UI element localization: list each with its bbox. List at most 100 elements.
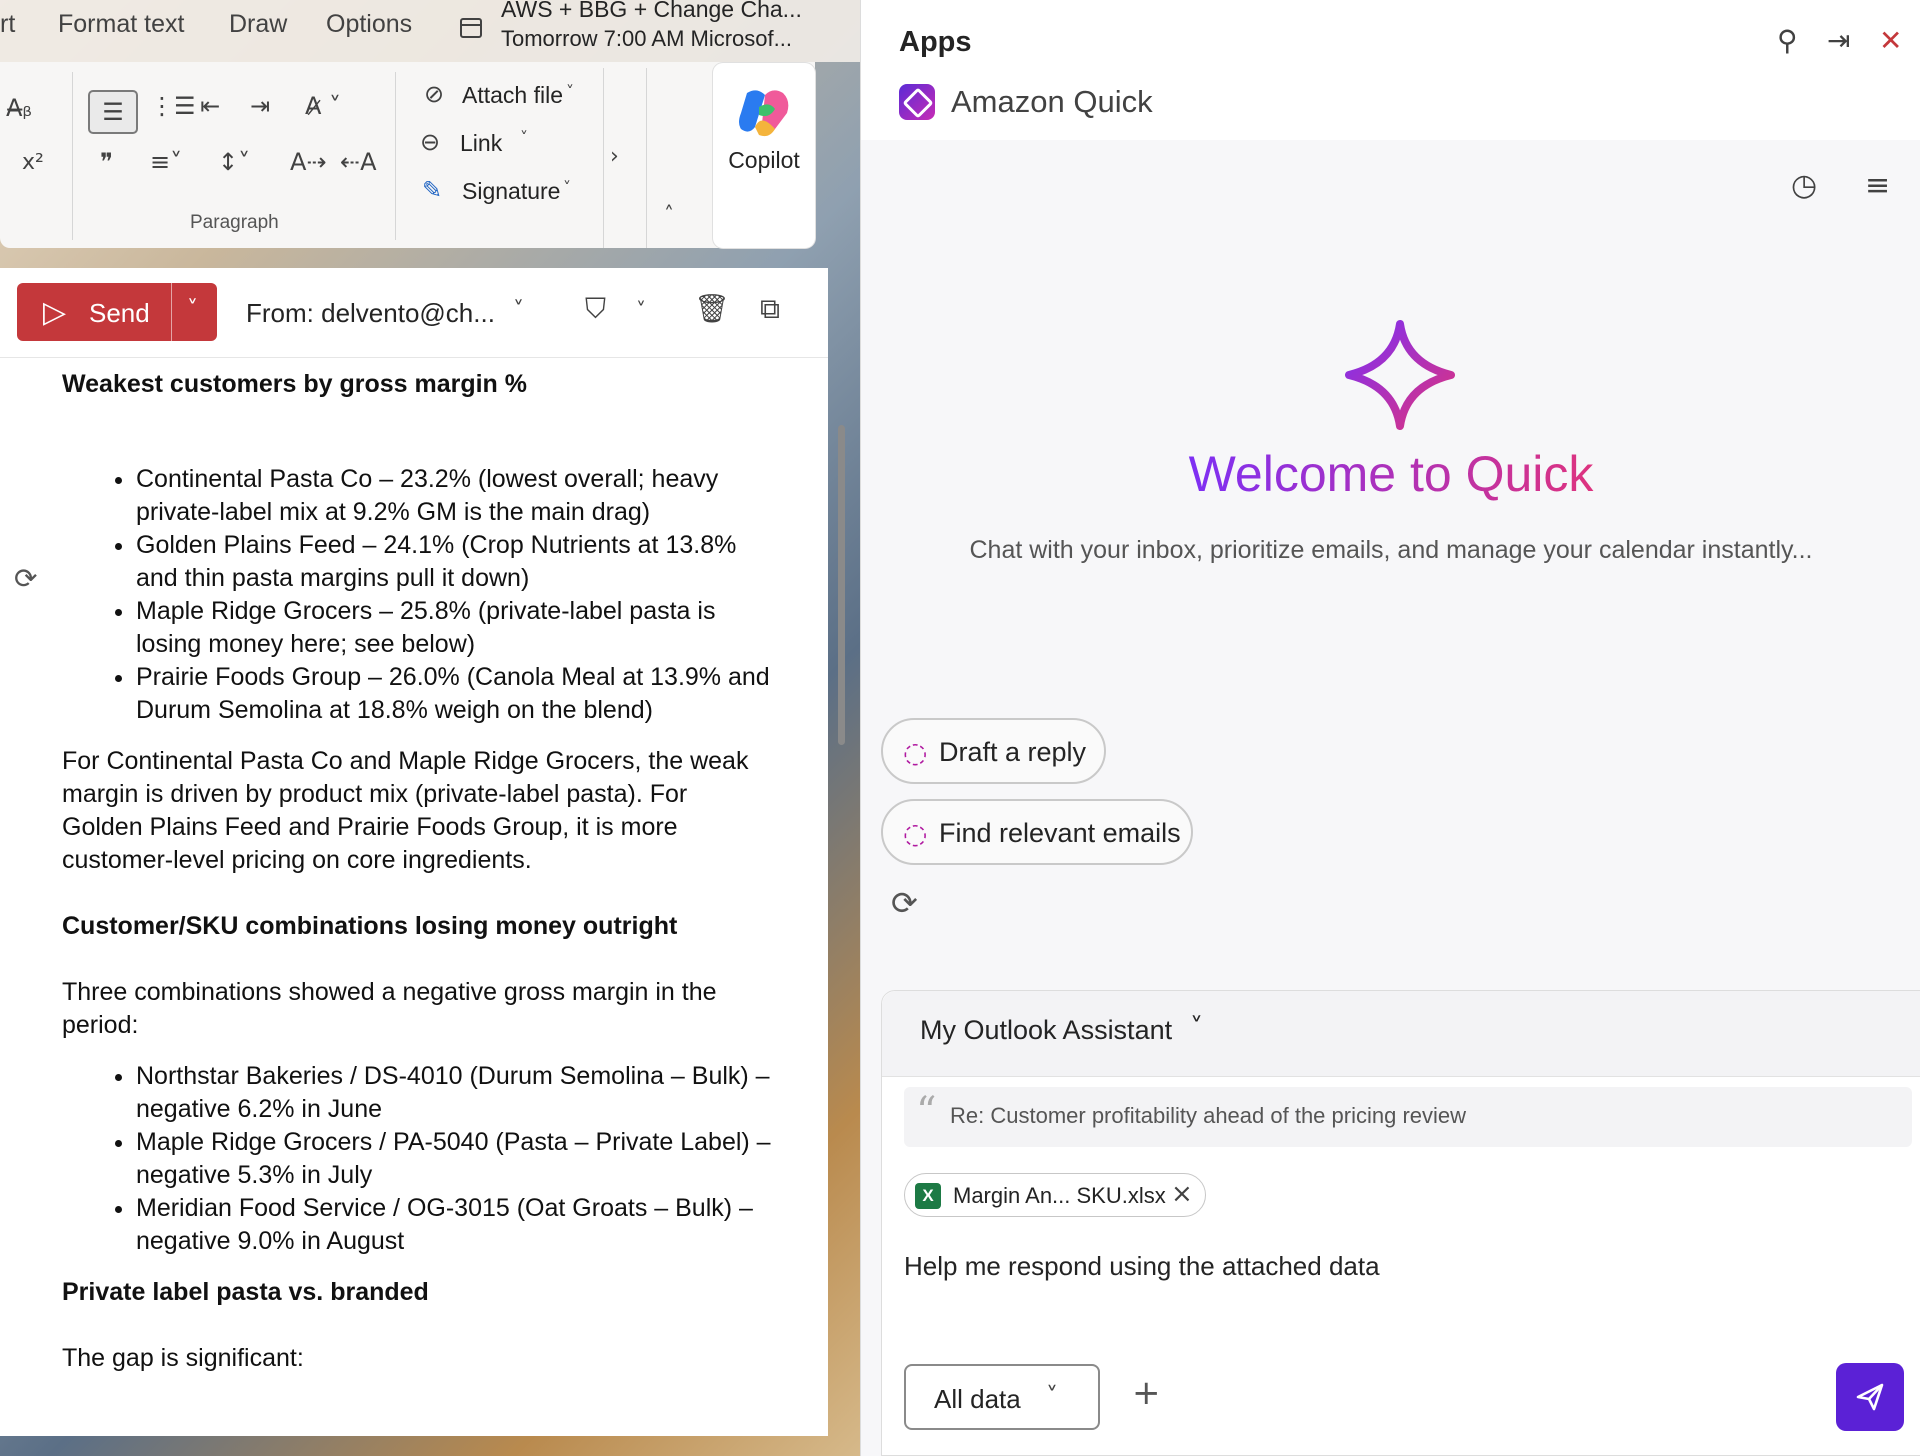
attach-file-button[interactable]: Attach file bbox=[462, 82, 563, 109]
chat-sparkle-icon: ◌ bbox=[903, 817, 928, 850]
plus-icon[interactable]: + bbox=[1132, 1373, 1161, 1413]
tab-options[interactable]: Options bbox=[326, 10, 412, 39]
close-icon[interactable]: ✕ bbox=[1879, 24, 1902, 57]
suggestion-label: Draft a reply bbox=[939, 737, 1087, 767]
quick-logo bbox=[899, 84, 935, 120]
align-icon[interactable]: ≡˅ bbox=[150, 148, 182, 176]
signature-icon: ✎ bbox=[422, 176, 443, 204]
attachment-chip[interactable]: X Margin An... SKU.xlsx × bbox=[904, 1173, 1206, 1217]
list-item: Prairie Foods Group – 26.0% (Canola Meal… bbox=[136, 661, 772, 727]
pane-title: Apps bbox=[899, 26, 972, 58]
chevron-down-icon[interactable]: ˅ bbox=[566, 82, 574, 101]
chevron-down-icon[interactable]: ˅ bbox=[520, 128, 528, 147]
styles-icon[interactable]: A̷ ˅ bbox=[305, 92, 341, 120]
divider bbox=[646, 68, 647, 248]
tab-draw[interactable]: Draw bbox=[229, 10, 287, 39]
divider bbox=[603, 68, 604, 248]
send-message-button[interactable] bbox=[1836, 1363, 1904, 1431]
ltr-icon[interactable]: A⇢ bbox=[290, 148, 327, 176]
chat-sparkle-icon: ◌ bbox=[903, 736, 928, 769]
welcome-subtitle: Chat with your inbox, prioritize emails,… bbox=[969, 536, 1813, 564]
meeting-time: Tomorrow 7:00 AM Microsof... bbox=[501, 26, 792, 51]
suggestion-label: Find relevant emails bbox=[939, 818, 1181, 848]
quote-mark-icon: “ bbox=[916, 1089, 937, 1135]
list-item: Northstar Bakeries / DS-4010 (Durum Semo… bbox=[136, 1060, 772, 1126]
list-item: Maple Ridge Grocers / PA-5040 (Pasta – P… bbox=[136, 1126, 772, 1192]
paragraph: The gap is significant: bbox=[62, 1344, 304, 1372]
rtl-icon[interactable]: ⇠A bbox=[340, 148, 377, 176]
outdent-icon[interactable]: ⇤ bbox=[200, 92, 220, 120]
copilot-logo bbox=[739, 90, 789, 137]
paragraph: Three combinations showed a negative gro… bbox=[62, 978, 717, 1039]
copilot-label: Copilot bbox=[728, 147, 800, 173]
superscript-icon[interactable]: x² bbox=[22, 150, 44, 175]
copilot-button[interactable]: Copilot bbox=[713, 63, 815, 248]
ribbon: A̶ᵦ x² ☰ ⋮☰ ⇤ ⇥ A̷ ˅ ❞ ≡˅ ↕˅ A⇢ ⇠A Parag… bbox=[0, 62, 815, 248]
pin-icon[interactable]: ⚲ bbox=[1777, 24, 1798, 57]
dock-icon[interactable]: ⇥ bbox=[1827, 24, 1850, 57]
chevron-down-icon: ˅ bbox=[1046, 1382, 1058, 1410]
quoted-email: “ Re: Customer profitability ahead of th… bbox=[904, 1087, 1912, 1147]
suggestion-find-emails[interactable]: ◌ Find relevant emails bbox=[881, 799, 1193, 865]
send-arrow-icon bbox=[1856, 1383, 1884, 1411]
quote-icon[interactable]: ❞ bbox=[100, 148, 113, 176]
popout-icon[interactable]: ⧉ bbox=[760, 292, 780, 326]
paragraph: For Continental Pasta Co and Maple Ridge… bbox=[62, 747, 749, 874]
quoted-subject: Re: Customer profitability ahead of the … bbox=[950, 1103, 1467, 1128]
send-options-chevron-icon[interactable]: ˅ bbox=[187, 297, 198, 322]
bullet-list: Continental Pasta Co – 23.2% (lowest ove… bbox=[112, 463, 772, 727]
tab-insert[interactable]: rt bbox=[0, 10, 15, 39]
message-body[interactable]: Weakest customers by gross margin % Cont… bbox=[0, 358, 828, 1436]
apps-header: Apps ⚲ ⇥ ✕ Amazon Quick bbox=[861, 0, 1920, 140]
chevron-down-icon[interactable]: ˅ bbox=[636, 298, 646, 322]
close-icon[interactable]: × bbox=[1171, 1179, 1193, 1209]
bullet-list: Northstar Bakeries / DS-4010 (Durum Semo… bbox=[112, 1060, 772, 1258]
delete-icon[interactable]: 🗑 bbox=[694, 292, 730, 325]
send-icon: ▷ bbox=[43, 295, 67, 330]
scope-label: All data bbox=[934, 1384, 1021, 1414]
numbering-icon[interactable]: ⋮☰ bbox=[150, 92, 196, 120]
chat-composer: My Outlook Assistant ˅ “ Re: Customer pr… bbox=[881, 990, 1920, 1456]
section-heading: Private label pasta vs. branded bbox=[62, 1278, 429, 1306]
chevron-down-icon[interactable]: ˅ bbox=[513, 298, 524, 323]
scrollbar-thumb[interactable] bbox=[838, 425, 845, 745]
compose-command-bar: ▷ Send ˅ From: delvento@ch... ˅ ⛉ ˅ 🗑 ⧉ bbox=[0, 268, 828, 358]
divider bbox=[395, 72, 396, 240]
signature-button[interactable]: Signature bbox=[462, 178, 560, 205]
attachment-name: Margin An... SKU.xlsx bbox=[953, 1183, 1166, 1208]
section-heading: Customer/SKU combinations losing money o… bbox=[62, 912, 678, 940]
outlook-compose-window: rt Format text Draw Options AWS + BBG + … bbox=[0, 0, 860, 1456]
sensitivity-icon[interactable]: ⛉ bbox=[585, 292, 606, 326]
calendar-icon bbox=[460, 18, 482, 38]
list-item: Meridian Food Service / OG-3015 (Oat Gro… bbox=[136, 1192, 772, 1258]
history-icon[interactable]: ◷ bbox=[1791, 168, 1817, 203]
line-spacing-icon[interactable]: ↕˅ bbox=[218, 148, 250, 176]
excel-icon: X bbox=[915, 1183, 941, 1209]
send-button[interactable]: ▷ Send ˅ bbox=[17, 283, 217, 341]
assistant-selector[interactable]: My Outlook Assistant ˅ bbox=[882, 991, 1920, 1077]
data-scope-dropdown[interactable]: All data ˅ bbox=[904, 1364, 1100, 1430]
indent-icon[interactable]: ⇥ bbox=[250, 92, 270, 120]
link-button[interactable]: Link bbox=[460, 130, 502, 157]
upcoming-meeting[interactable]: AWS + BBG + Change Cha... Tomorrow 7:00 … bbox=[455, 0, 855, 60]
bullets-icon[interactable]: ☰ bbox=[88, 90, 138, 134]
section-heading: Weakest customers by gross margin % bbox=[62, 370, 527, 398]
compose-pane: ▷ Send ˅ From: delvento@ch... ˅ ⛉ ˅ 🗑 ⧉ … bbox=[0, 268, 828, 1436]
from-field[interactable]: From: delvento@ch... bbox=[246, 298, 495, 329]
loop-icon[interactable]: ⟳ bbox=[14, 562, 37, 595]
send-label: Send bbox=[89, 298, 150, 328]
group-label-paragraph: Paragraph bbox=[190, 212, 279, 233]
sparkle-icon bbox=[1345, 320, 1455, 430]
tab-format-text[interactable]: Format text bbox=[58, 10, 184, 39]
suggestion-draft-reply[interactable]: ◌ Draft a reply bbox=[881, 718, 1106, 784]
apps-pane: Apps ⚲ ⇥ ✕ Amazon Quick ◷ ≡ Welcome to Q… bbox=[860, 0, 1920, 1456]
chevron-right-icon[interactable]: › bbox=[610, 144, 619, 169]
menu-icon[interactable]: ≡ bbox=[1865, 168, 1890, 203]
chevron-down-icon[interactable]: ˅ bbox=[563, 178, 571, 197]
prompt-input[interactable]: Help me respond using the attached data bbox=[904, 1251, 1380, 1282]
welcome-heading: Welcome to Quick bbox=[861, 445, 1920, 503]
refresh-icon[interactable]: ⟳ bbox=[891, 884, 918, 922]
spelling-icon[interactable]: A̶ᵦ bbox=[6, 94, 32, 122]
list-item: Golden Plains Feed – 24.1% (Crop Nutrien… bbox=[136, 529, 772, 595]
chevron-up-icon[interactable]: ˄ bbox=[664, 202, 674, 226]
